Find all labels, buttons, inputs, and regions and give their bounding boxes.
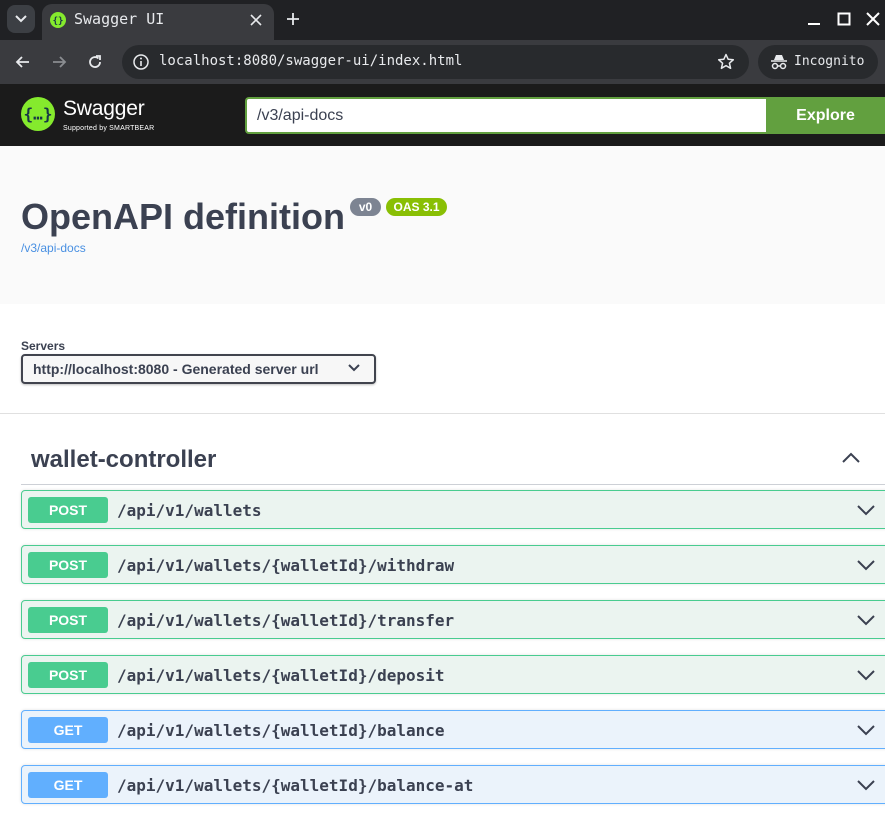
api-title: OpenAPI definition: [21, 196, 345, 237]
operation-path: /api/v1/wallets/{walletId}/transfer: [117, 611, 455, 630]
incognito-icon: [771, 55, 787, 70]
operation-post-wallets[interactable]: POST /api/v1/wallets: [21, 490, 885, 529]
explore-button[interactable]: Explore: [766, 97, 885, 134]
operation-get-balance-at[interactable]: GET /api/v1/wallets/{walletId}/balance-a…: [21, 765, 885, 804]
tag-title[interactable]: wallet-controller: [31, 446, 216, 474]
incognito-label: Incognito: [794, 54, 865, 69]
chevron-down-icon[interactable]: [856, 778, 876, 792]
chevron-down-icon[interactable]: [856, 558, 876, 572]
forward-arrow-icon[interactable]: [49, 52, 69, 72]
servers-selected-value: http://localhost:8080 - Generated server…: [33, 361, 319, 377]
close-tab-icon[interactable]: [248, 12, 264, 28]
tag-divider: [21, 484, 885, 485]
operation-post-deposit[interactable]: POST /api/v1/wallets/{walletId}/deposit: [21, 655, 885, 694]
operation-post-transfer[interactable]: POST /api/v1/wallets/{walletId}/transfer: [21, 600, 885, 639]
site-info-icon[interactable]: [132, 53, 150, 71]
info-section: OpenAPI definition v0 OAS 3.1 /v3/api-do…: [0, 146, 885, 304]
new-tab-icon[interactable]: [283, 9, 303, 29]
chevron-up-icon[interactable]: [840, 450, 862, 466]
method-badge: GET: [28, 772, 108, 798]
oas-badge: OAS 3.1: [386, 198, 447, 216]
chevron-down-icon[interactable]: [856, 668, 876, 682]
method-badge: POST: [28, 552, 108, 578]
browser-tabstrip: {} Swagger UI: [0, 0, 885, 40]
version-badge: v0: [350, 198, 381, 216]
close-window-icon[interactable]: [866, 12, 880, 26]
servers-select[interactable]: http://localhost:8080 - Generated server…: [21, 354, 376, 384]
section-divider: [0, 413, 885, 414]
operation-path: /api/v1/wallets/{walletId}/withdraw: [117, 556, 455, 575]
operation-get-balance[interactable]: GET /api/v1/wallets/{walletId}/balance: [21, 710, 885, 749]
operation-path: /api/v1/wallets/{walletId}/balance-at: [117, 776, 474, 795]
incognito-indicator[interactable]: Incognito: [758, 45, 878, 79]
tab-title: Swagger UI: [74, 10, 165, 28]
swagger-logo[interactable]: {…} Swagger Supported by SMARTBEAR: [20, 95, 170, 137]
method-badge: GET: [28, 717, 108, 743]
method-badge: POST: [28, 497, 108, 523]
bookmark-star-icon[interactable]: [716, 52, 736, 72]
logo-subtext: Supported by SMARTBEAR: [63, 125, 155, 132]
svg-text:{}: {}: [53, 17, 64, 27]
operation-path: /api/v1/wallets: [117, 501, 262, 520]
maximize-icon[interactable]: [837, 12, 851, 26]
method-badge: POST: [28, 662, 108, 688]
back-arrow-icon[interactable]: [13, 52, 33, 72]
address-bar[interactable]: localhost:8080/swagger-ui/index.html: [122, 45, 749, 79]
chevron-down-icon[interactable]: [856, 723, 876, 737]
spec-link[interactable]: /v3/api-docs: [21, 241, 86, 255]
logo-wordmark: Swagger: [63, 97, 145, 120]
swagger-logo-icon: {…}: [21, 97, 55, 131]
chevron-down-icon: [348, 364, 360, 372]
servers-label: Servers: [21, 339, 66, 353]
chevron-down-icon[interactable]: [856, 613, 876, 627]
swagger-favicon-icon: {}: [50, 12, 66, 28]
chevron-down-icon[interactable]: [856, 503, 876, 517]
browser-toolbar: localhost:8080/swagger-ui/index.html Inc…: [0, 40, 885, 84]
tab-search-button[interactable]: [7, 5, 35, 33]
operation-path: /api/v1/wallets/{walletId}/deposit: [117, 666, 445, 685]
chevron-down-icon: [15, 15, 27, 23]
address-url: localhost:8080/swagger-ui/index.html: [159, 53, 463, 69]
spec-url-input[interactable]: [245, 97, 766, 134]
browser-tab[interactable]: {} Swagger UI: [42, 4, 274, 40]
svg-text:{…}: {…}: [24, 105, 53, 124]
swagger-topbar: {…} Swagger Supported by SMARTBEAR Explo…: [0, 84, 885, 146]
minimize-icon[interactable]: [807, 12, 821, 26]
operation-path: /api/v1/wallets/{walletId}/balance: [117, 721, 445, 740]
reload-icon[interactable]: [85, 52, 105, 72]
method-badge: POST: [28, 607, 108, 633]
operation-post-withdraw[interactable]: POST /api/v1/wallets/{walletId}/withdraw: [21, 545, 885, 584]
